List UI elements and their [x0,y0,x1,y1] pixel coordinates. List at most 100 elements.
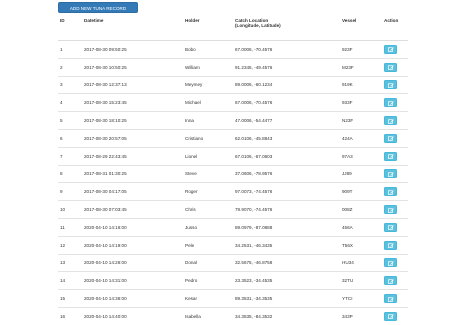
cell-vessel: 923F [340,40,382,59]
edit-record-button[interactable] [384,116,397,126]
table-row: 15 2020-04-10 14:36:00 Kesar 89.3531, -34.3… [58,289,408,308]
edit-icon [388,65,394,71]
cell-id: 11 [58,217,82,237]
table-row: 4 2017-08-30 15:23:45 Michael 67.0006, -70.… [58,93,408,112]
add-new-tuna-record-button[interactable]: ADD NEW TUNA RECORD [58,2,138,13]
cell-action [382,75,408,94]
edit-icon [388,279,394,284]
table-row: 8 2017-08-31 01:30:25 Steve 37.0606, -78.95… [58,164,408,183]
cell-location: 34.3535, -84.3532 [233,306,340,325]
cell-action [382,128,408,148]
cell-action [382,40,408,59]
cell-vessel: 343P [340,306,382,325]
cell-vessel: 919K [340,75,382,94]
header-vessel: Vessel [340,16,382,41]
cell-holder: Donal [183,253,233,272]
cell-holder: Cristiano [183,128,233,148]
edit-record-button[interactable] [384,240,397,250]
cell-vessel: 909T [340,182,382,201]
cell-vessel: T56X [340,235,382,255]
edit-record-button[interactable] [384,258,397,268]
cell-id: 8 [58,164,82,183]
edit-record-button[interactable] [384,133,397,143]
cell-holder: Bobo [183,40,233,59]
cell-action [382,235,408,255]
cell-holder: Jusso [183,217,233,237]
edit-record-button[interactable] [384,276,397,286]
table-row: 11 2020-04-10 14:16:00 Jusso 89.0979, -87.0… [58,217,408,237]
header-id: ID [58,16,82,41]
edit-record-button[interactable] [384,44,397,54]
cell-action [382,182,408,201]
cell-id: 4 [58,93,82,112]
cell-action [382,253,408,272]
edit-icon [388,172,394,177]
edit-record-button[interactable] [384,151,397,161]
cell-holder: Pedro [183,271,233,290]
cell-datetime: 2017-08-30 10:50:25 [82,57,183,77]
cell-datetime: 2020-04-10 14:16:00 [82,217,183,237]
table-row: 13 2020-04-10 14:26:00 Donal 32.5675, -46.8… [58,253,408,272]
cell-id: 13 [58,253,82,272]
cell-holder: Roger [183,182,233,201]
cell-vessel: JJ89 [340,164,382,183]
edit-record-button[interactable] [384,80,397,90]
cell-location: 37.0606, -78.9576 [233,164,340,183]
edit-record-button[interactable] [384,98,397,108]
edit-record-button[interactable] [384,62,397,72]
edit-record-button[interactable] [384,294,397,304]
header-catch-location: Catch Location (Longitude, Latitude) [233,16,340,41]
cell-id: 16 [58,306,82,325]
edit-icon [388,83,394,88]
cell-holder: Isabella [183,306,233,325]
cell-location: 89.0006, -60.1234 [233,75,340,94]
cell-action [382,93,408,112]
cell-holder: Meymey [183,75,233,94]
cell-location: 32.5675, -46.8758 [233,253,340,272]
cell-holder: Lionel [183,146,233,166]
cell-id: 10 [58,200,82,219]
edit-record-button[interactable] [384,205,397,215]
edit-record-button[interactable] [384,311,397,321]
cell-location: 47.0006, -54.4477 [233,111,340,130]
table-row: 3 2017-08-30 12:37:13 Meymey 89.0006, -60.1… [58,75,408,94]
cell-vessel: 424A [340,128,382,148]
cell-holder: Inna [183,111,233,130]
cell-holder: Steve [183,164,233,183]
cell-datetime: 2017-08-30 09:50:25 [82,40,183,59]
cell-action [382,57,408,77]
table-row: 16 2020-04-10 14:40:00 Isabella 34.3535, -8… [58,306,408,325]
cell-location: 23.3523, -34.4535 [233,271,340,290]
cell-vessel: M23F [340,57,382,77]
table-header-row: ID Datetime Holder Catch Location (Longi… [58,16,408,41]
cell-action [382,217,408,237]
edit-record-button[interactable] [384,187,397,197]
cell-datetime: 2020-04-10 14:19:00 [82,235,183,255]
cell-vessel: 97A3 [340,146,382,166]
cell-datetime: 2017-08-30 04:17:05 [82,182,183,201]
table-row: 6 2017-08-30 20:57:05 Cristiano 62.0106, -4… [58,128,408,148]
table-row: 5 2017-08-30 18:10:25 Inna 47.0006, -54.447… [58,111,408,130]
cell-action [382,271,408,290]
header-location-subtitle: (Longitude, Latitude) [235,23,281,28]
cell-datetime: 2017-08-31 01:30:25 [82,164,183,183]
cell-holder: Kesar [183,289,233,308]
edit-record-button[interactable] [384,222,397,232]
cell-holder: Chris [183,200,233,219]
edit-icon [388,136,394,142]
cell-location: 89.0979, -87.0888 [233,217,340,237]
header-holder: Holder [183,16,233,41]
edit-icon [388,190,394,195]
cell-datetime: 2017-08-30 07:03:45 [82,200,183,219]
cell-vessel: YTCI [340,289,382,308]
edit-icon [388,296,394,302]
cell-holder: Pele [183,235,233,255]
table-row: 9 2017-08-30 04:17:05 Roger 97.0073, -74.45… [58,182,408,201]
table-row: 1 2017-08-30 09:50:25 Bobo 67.0006, -70.457… [58,40,408,59]
edit-icon [388,101,394,106]
edit-icon [388,314,394,320]
cell-action [382,289,408,308]
cell-action [382,164,408,183]
edit-icon [388,261,394,266]
edit-record-button[interactable] [384,169,397,179]
